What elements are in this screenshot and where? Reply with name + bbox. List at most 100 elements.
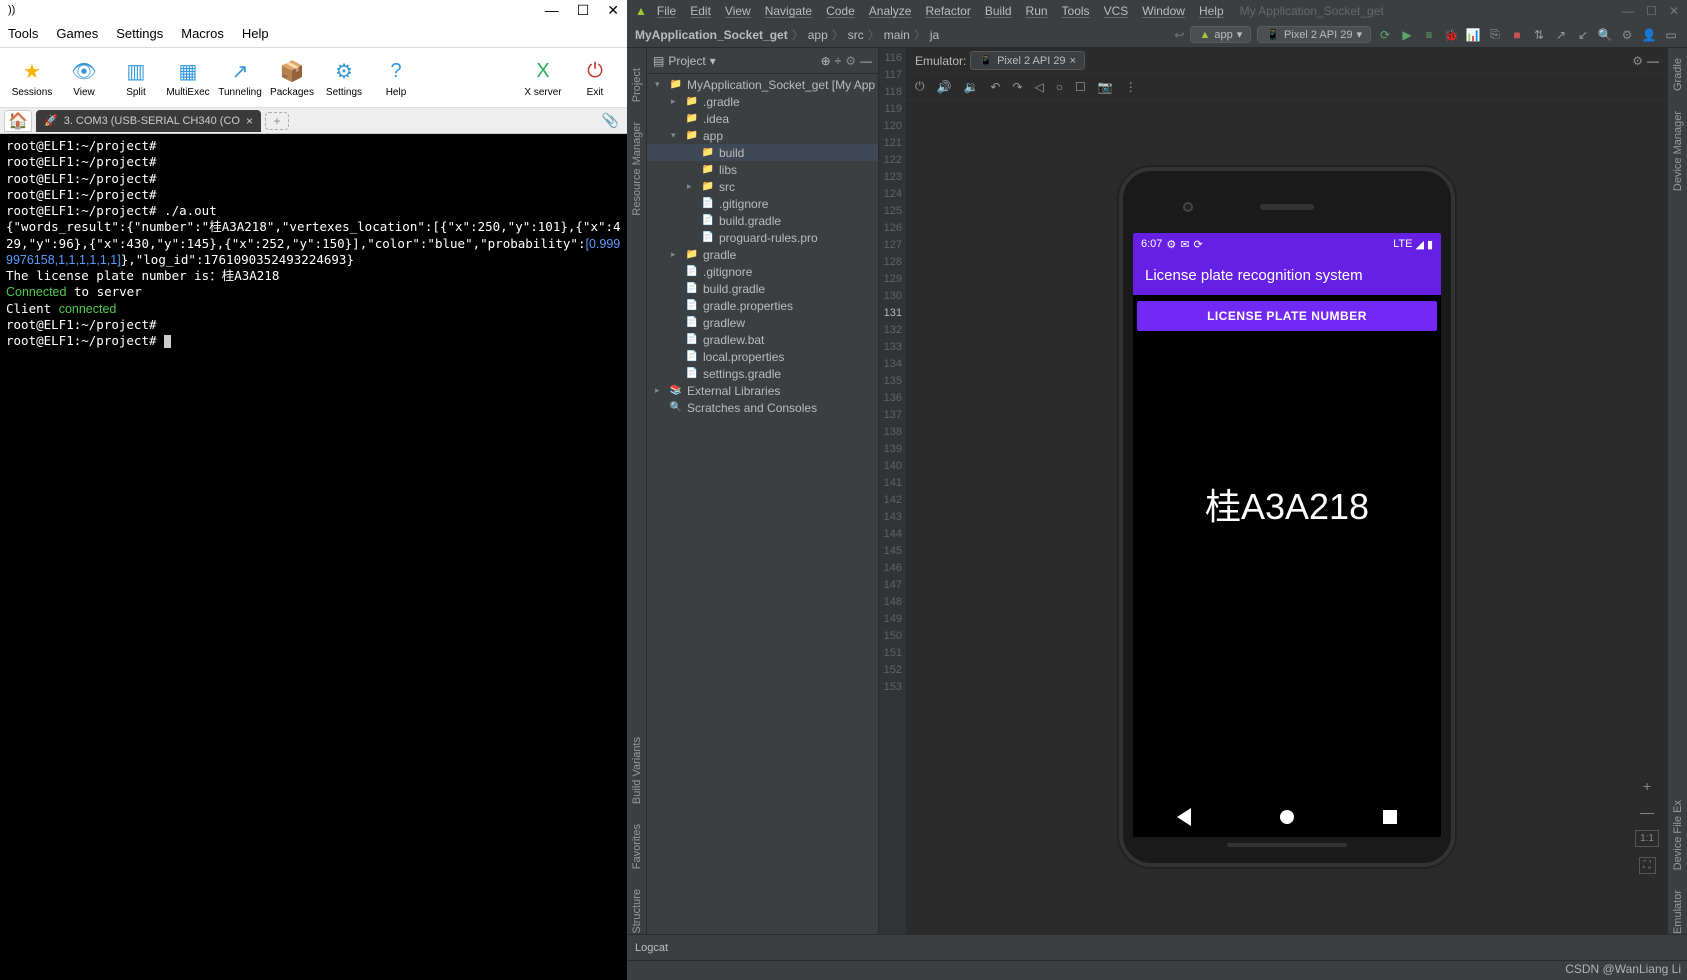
search-icon[interactable]: 🔍 xyxy=(1597,27,1613,43)
tree-item[interactable]: 📄build.gradle xyxy=(647,212,878,229)
coverage-icon[interactable]: 🐞 xyxy=(1443,27,1459,43)
tool-tab-build-variants[interactable]: Build Variants xyxy=(631,737,643,804)
hide-icon[interactable]: — xyxy=(860,54,872,68)
menu-tools[interactable]: Tools xyxy=(8,26,38,41)
toolbar-settings[interactable]: ⚙Settings xyxy=(318,57,370,98)
crumb[interactable]: ja xyxy=(930,28,939,42)
menu-run[interactable]: Run xyxy=(1026,4,1048,18)
tree-item[interactable]: 📄proguard-rules.pro xyxy=(647,229,878,246)
tree-item[interactable]: 📄.gitignore xyxy=(647,263,878,280)
toolbar-x server[interactable]: XX server xyxy=(517,57,569,98)
emu-settings-icon[interactable]: ⚙ xyxy=(1632,54,1643,68)
toolbar-exit[interactable]: ⏻Exit xyxy=(569,57,621,98)
back-arrow-icon[interactable]: ↩ xyxy=(1174,28,1184,42)
tool-tab-project[interactable]: Project xyxy=(631,68,643,102)
panel-title[interactable]: Project xyxy=(668,54,705,68)
menu-file[interactable]: File xyxy=(657,4,676,18)
more-icon[interactable]: ▭ xyxy=(1663,27,1679,43)
tab-close-icon[interactable]: × xyxy=(246,114,253,128)
toolbar-packages[interactable]: 📦Packages xyxy=(266,57,318,98)
tree-item[interactable]: ▾📁MyApplication_Socket_get [My App xyxy=(647,76,878,93)
attach-icon[interactable]: ⎘ xyxy=(1487,27,1503,43)
tree-item[interactable]: ▸📁gradle xyxy=(647,246,878,263)
tool-tab-structure[interactable]: Structure xyxy=(631,889,643,934)
zoom-level[interactable]: 1:1 xyxy=(1635,830,1659,847)
menu-tools[interactable]: Tools xyxy=(1062,4,1090,18)
overview-icon[interactable]: ☐ xyxy=(1075,80,1086,94)
tree-item[interactable]: 📄local.properties xyxy=(647,348,878,365)
stop-icon[interactable]: ■ xyxy=(1509,27,1525,43)
tree-item[interactable]: 📄.gitignore xyxy=(647,195,878,212)
menu-settings[interactable]: Settings xyxy=(116,26,163,41)
settings-icon[interactable]: ⚙ xyxy=(1619,27,1635,43)
toolbar-split[interactable]: ▥Split xyxy=(110,57,162,98)
hide-icon[interactable]: — xyxy=(1647,54,1659,68)
dropdown-icon[interactable]: ▾ xyxy=(710,54,716,68)
tool-tab-favorites[interactable]: Favorites xyxy=(631,824,643,869)
new-tab-button[interactable]: + xyxy=(265,112,289,130)
profiler-icon[interactable]: 📊 xyxy=(1465,27,1481,43)
terminal-output[interactable]: root@ELF1:~/project# root@ELF1:~/project… xyxy=(0,134,627,980)
tree-item[interactable]: 📁libs xyxy=(647,161,878,178)
tree-item[interactable]: 📄gradlew xyxy=(647,314,878,331)
collapse-icon[interactable]: ÷ xyxy=(835,54,842,68)
debug-icon[interactable]: ≡ xyxy=(1421,27,1437,43)
menu-games[interactable]: Games xyxy=(56,26,98,41)
menu-analyze[interactable]: Analyze xyxy=(869,4,912,18)
volume-down-icon[interactable]: 🔉 xyxy=(963,80,978,94)
panel-settings-icon[interactable]: ⚙ xyxy=(845,54,856,68)
tree-item[interactable]: ▸📁.gradle xyxy=(647,93,878,110)
maximize-icon[interactable]: ☐ xyxy=(577,2,590,19)
tree-item[interactable]: 🔍Scratches and Consoles xyxy=(647,399,878,416)
target-icon[interactable]: ⊕ xyxy=(821,54,831,68)
menu-macros[interactable]: Macros xyxy=(181,26,224,41)
vcs-icon[interactable]: ⇅ xyxy=(1531,27,1547,43)
sync-icon[interactable]: ⟳ xyxy=(1377,27,1393,43)
nav-back-icon[interactable] xyxy=(1177,808,1191,826)
tree-item[interactable]: 📄settings.gradle xyxy=(647,365,878,382)
minimize-icon[interactable]: — xyxy=(1622,4,1634,18)
menu-help[interactable]: Help xyxy=(242,26,269,41)
tree-item[interactable]: 📄gradlew.bat xyxy=(647,331,878,348)
close-icon[interactable]: ✕ xyxy=(1669,4,1679,18)
rotate-right-icon[interactable]: ↷ xyxy=(1012,80,1022,94)
vcs-icon[interactable]: ↙ xyxy=(1575,27,1591,43)
crumb[interactable]: app xyxy=(808,28,828,42)
project-tree[interactable]: ▾📁MyApplication_Socket_get [My App▸📁.gra… xyxy=(647,74,878,934)
tree-item[interactable]: 📄build.gradle xyxy=(647,280,878,297)
tool-tab-device-manager[interactable]: Device Manager xyxy=(1672,111,1684,191)
menu-window[interactable]: Window xyxy=(1142,4,1185,18)
menu-build[interactable]: Build xyxy=(985,4,1012,18)
crumb[interactable]: MyApplication_Socket_get xyxy=(635,28,788,42)
toolbar-multiexec[interactable]: ▦MultiExec xyxy=(162,57,214,98)
menu-view[interactable]: View xyxy=(725,4,751,18)
tree-item[interactable]: ▾📁app xyxy=(647,127,878,144)
avatar-icon[interactable]: 👤 xyxy=(1641,27,1657,43)
run-config-selector[interactable]: ▲ app ▾ xyxy=(1190,26,1251,43)
minimize-icon[interactable]: — xyxy=(545,2,559,19)
tree-item[interactable]: ▸📚External Libraries xyxy=(647,382,878,399)
power-icon[interactable]: ⏻ xyxy=(915,79,925,94)
vcs-icon[interactable]: ↗ xyxy=(1553,27,1569,43)
tree-item[interactable]: 📁build xyxy=(647,144,878,161)
nav-recent-icon[interactable] xyxy=(1383,810,1397,824)
phone-screen[interactable]: 6:07 ⚙ ✉ ⟳ LTE ◢ ▮ License plate recogni xyxy=(1133,233,1441,837)
zoom-fit-icon[interactable]: ⛶ xyxy=(1639,857,1656,874)
zoom-in-icon[interactable]: + xyxy=(1643,778,1651,794)
toolbar-sessions[interactable]: ★Sessions xyxy=(6,57,58,98)
logcat-tab[interactable]: Logcat xyxy=(635,942,668,954)
home-icon[interactable]: ○ xyxy=(1056,80,1063,94)
tool-tab-gradle[interactable]: Gradle xyxy=(1672,58,1684,91)
nav-home-icon[interactable] xyxy=(1280,810,1294,824)
crumb[interactable]: src xyxy=(848,28,864,42)
home-tab[interactable]: 🏠 xyxy=(4,110,32,132)
tree-item[interactable]: ▸📁src xyxy=(647,178,878,195)
menu-navigate[interactable]: Navigate xyxy=(765,4,812,18)
back-icon[interactable]: ◁ xyxy=(1035,80,1044,94)
screenshot-icon[interactable]: 📷 xyxy=(1098,80,1113,94)
menu-refactor[interactable]: Refactor xyxy=(925,4,970,18)
tab-close-icon[interactable]: × xyxy=(1070,55,1076,67)
crumb[interactable]: main xyxy=(884,28,910,42)
toolbar-tunneling[interactable]: ↗Tunneling xyxy=(214,57,266,98)
more-icon[interactable]: ⋮ xyxy=(1125,80,1137,94)
